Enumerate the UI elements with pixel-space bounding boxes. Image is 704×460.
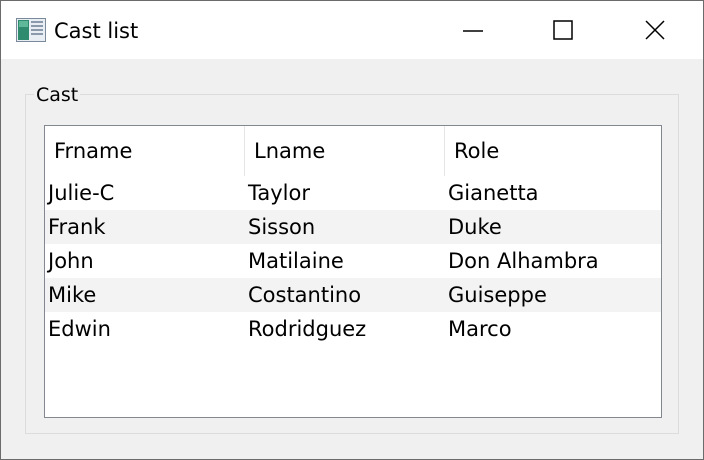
cell-lname: Matilaine <box>248 249 344 273</box>
cell-frname: John <box>48 249 94 273</box>
cell-lname: Taylor <box>248 181 310 205</box>
maximize-button[interactable] <box>517 1 609 59</box>
cell-lname: Sisson <box>248 215 316 239</box>
close-icon <box>645 20 665 40</box>
cell-lname: Rodridguez <box>248 317 367 341</box>
table-header: Frname Lname Role <box>45 126 661 176</box>
table-body: Julie-C Taylor Gianetta Frank Sisson Duk… <box>45 176 661 346</box>
column-header-lname[interactable]: Lname <box>245 126 445 176</box>
table-row[interactable]: Frank Sisson Duke <box>45 210 661 244</box>
cast-table[interactable]: Frname Lname Role Julie-C Taylor Gianett… <box>44 125 662 418</box>
column-header-role[interactable]: Role <box>445 126 661 176</box>
cell-role: Duke <box>448 215 502 239</box>
column-header-frname[interactable]: Frname <box>45 126 245 176</box>
title-bar[interactable]: Cast list <box>1 1 703 59</box>
cell-frname: Edwin <box>48 317 111 341</box>
close-button[interactable] <box>609 1 701 59</box>
table-row[interactable]: Julie-C Taylor Gianetta <box>45 176 661 210</box>
table-row[interactable]: Mike Costantino Guiseppe <box>45 278 661 312</box>
cell-frname: Julie-C <box>48 181 115 205</box>
group-title: Cast <box>34 83 81 107</box>
window-title: Cast list <box>54 19 139 43</box>
cell-frname: Mike <box>48 283 97 307</box>
cell-frname: Frank <box>48 215 106 239</box>
cell-lname: Costantino <box>248 283 362 307</box>
cell-role: Don Alhambra <box>448 249 599 273</box>
cell-role: Gianetta <box>448 181 539 205</box>
cell-role: Marco <box>448 317 512 341</box>
cell-role: Guiseppe <box>448 283 547 307</box>
table-row[interactable]: John Matilaine Don Alhambra <box>45 244 661 278</box>
maximize-icon <box>553 20 573 40</box>
minimize-icon <box>463 30 483 32</box>
app-window-icon[interactable] <box>16 18 46 42</box>
main-window: Cast list Cast Frname Lname Role Julie-C… <box>0 0 704 460</box>
minimize-button[interactable] <box>427 1 519 59</box>
table-row[interactable]: Edwin Rodridguez Marco <box>45 312 661 346</box>
